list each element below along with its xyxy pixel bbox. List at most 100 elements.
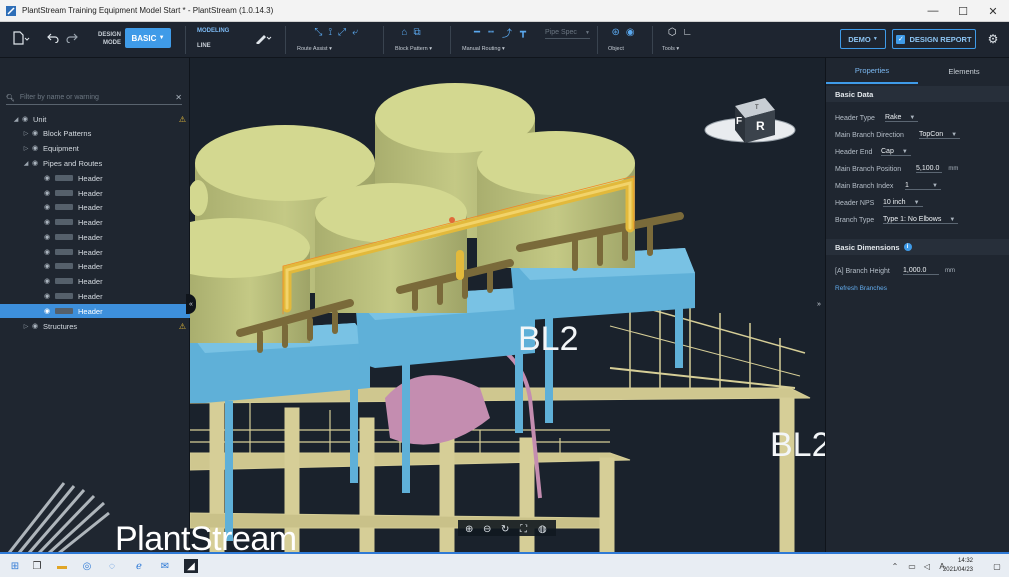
eye-icon[interactable]: ◉	[30, 144, 40, 152]
pick-point[interactable]	[449, 217, 455, 223]
tree-item-header-selected[interactable]: ◉ Header	[0, 304, 190, 318]
tree-item-header[interactable]: ◉ Header	[0, 171, 190, 185]
plantstream-taskbar-icon[interactable]: ◢	[184, 559, 198, 573]
header-end-select[interactable]: Cap ▼	[881, 148, 911, 156]
eye-icon[interactable]: ◉	[42, 233, 52, 241]
close-button[interactable]: ✕	[978, 0, 1008, 22]
tools-dropdown[interactable]: Tools ▾	[662, 46, 679, 52]
route-assist-dropdown[interactable]: Route Assist ▾	[297, 46, 332, 52]
basic-mode-dropdown[interactable]: BASIC ▼	[125, 28, 171, 48]
manual-routing-icon-4[interactable]: ┳	[520, 27, 526, 38]
info-icon[interactable]: i	[903, 243, 912, 251]
tree-item-structures[interactable]: ▷ ◉ Structures ⚠	[0, 319, 190, 333]
manual-routing-icon-3[interactable]: ⤴	[502, 25, 512, 40]
basic-data-section-header[interactable]: Basic Data	[826, 86, 1009, 102]
demo-dropdown[interactable]: DEMO ▼	[840, 29, 886, 49]
eye-icon[interactable]: ◉	[42, 203, 52, 211]
tree-item-header[interactable]: ◉ Header	[0, 289, 190, 303]
block-pattern-icon-2[interactable]: ⧉	[413, 27, 420, 38]
eye-icon[interactable]: ◉	[30, 322, 40, 330]
tree-item-header[interactable]: ◉ Header	[0, 230, 190, 244]
route-assist-icon-4[interactable]: ⤶	[352, 27, 358, 38]
cube-face-front[interactable]: F	[736, 116, 742, 127]
fit-view-icon[interactable]: ⛶	[519, 524, 528, 535]
redo-button[interactable]	[65, 30, 79, 46]
pen-tool-button[interactable]	[253, 30, 273, 46]
eye-icon[interactable]: ◉	[30, 129, 40, 137]
block-pattern-dropdown[interactable]: Block Pattern ▾	[395, 46, 432, 52]
file-explorer-icon[interactable]: ▬	[55, 559, 69, 573]
tab-elements[interactable]: Elements	[918, 58, 1009, 84]
expanded-arrow-icon[interactable]: ◢	[22, 160, 30, 167]
main-branch-index-select[interactable]: 1 ▼	[905, 182, 941, 190]
branch-type-select[interactable]: Type 1: No Elbows ▼	[883, 216, 959, 224]
rotate-icon[interactable]: ↻	[501, 524, 509, 535]
zoom-out-icon[interactable]: ⊖	[483, 524, 491, 535]
manual-routing-icon-1[interactable]: ━	[474, 27, 480, 38]
ie-icon[interactable]: ℯ	[132, 559, 146, 573]
volume-icon[interactable]: ◁	[920, 559, 934, 573]
measure-icon[interactable]: ∟	[682, 27, 692, 38]
notification-icon[interactable]: ▢	[990, 559, 1004, 573]
collapsed-arrow-icon[interactable]: ▷	[22, 130, 30, 137]
tree-item-header[interactable]: ◉ Header	[0, 200, 190, 214]
taskbar-clock[interactable]: 14:32 2021/04/23	[943, 557, 973, 575]
cube-view-icon[interactable]: ⬡	[668, 27, 677, 38]
tree-filter-input[interactable]: 🔍︎ Filter by name or warning ✕	[6, 91, 182, 105]
undo-button[interactable]	[46, 30, 60, 46]
tab-properties[interactable]: Properties	[826, 58, 918, 84]
main-branch-position-input[interactable]: 5,100.0	[916, 165, 943, 173]
eye-icon[interactable]: ◉	[42, 189, 52, 197]
route-assist-icon-1[interactable]: ⤡	[314, 27, 322, 38]
header-nps-select[interactable]: 10 inch ▼	[883, 199, 923, 207]
network-icon[interactable]: ▭	[905, 559, 919, 573]
cube-face-right[interactable]: R	[756, 119, 765, 133]
tree-item-header[interactable]: ◉ Header	[0, 245, 190, 259]
route-assist-icon-2[interactable]: ⟟	[328, 27, 332, 38]
eye-icon[interactable]: ◉	[30, 159, 40, 167]
settings-button[interactable]: ⚙	[985, 31, 1001, 47]
plant-model-scene[interactable]: BL2 BL2 F R T ⊕ ⊖ ↻ ⛶ ◍ »	[190, 58, 825, 552]
main-branch-direction-select[interactable]: TopCon ▼	[919, 131, 961, 139]
new-file-button[interactable]	[10, 30, 32, 46]
eye-icon[interactable]: ◉	[42, 174, 52, 182]
design-report-button[interactable]: ✓ DESIGN REPORT	[892, 29, 976, 49]
tray-arrow-icon[interactable]: ⌃	[888, 559, 902, 573]
tree-item-header[interactable]: ◉ Header	[0, 274, 190, 288]
tree-item-header[interactable]: ◉ Header	[0, 186, 190, 200]
mail-icon[interactable]: ✉	[158, 559, 172, 573]
manual-routing-dropdown[interactable]: Manual Routing ▾	[462, 46, 505, 52]
tree-item-header[interactable]: ◉ Header	[0, 215, 190, 229]
3d-viewport[interactable]: BL2 BL2 F R T ⊕ ⊖ ↻ ⛶ ◍ »	[190, 58, 825, 552]
eye-icon[interactable]: ◉	[42, 292, 52, 300]
collapsed-arrow-icon[interactable]: ▷	[22, 145, 30, 152]
eye-icon[interactable]: ◉	[42, 248, 52, 256]
header-type-select[interactable]: Rake ▼	[885, 114, 919, 122]
tank-front-left[interactable]	[190, 218, 310, 343]
task-view-icon[interactable]: ❐	[30, 559, 44, 573]
edge-icon[interactable]: ◌	[105, 559, 119, 573]
clear-icon[interactable]: ✕	[175, 93, 182, 102]
eye-icon[interactable]: ◉	[42, 262, 52, 270]
browser-icon[interactable]: ◎	[80, 559, 94, 573]
branch-height-input[interactable]: 1,000.0	[903, 267, 939, 275]
minimize-button[interactable]: —	[918, 0, 948, 22]
eye-icon[interactable]: ◉	[42, 277, 52, 285]
eye-icon[interactable]: ◉	[42, 307, 52, 315]
eye-icon[interactable]: ◉	[20, 115, 30, 123]
collapsed-arrow-icon[interactable]: ▷	[22, 323, 30, 330]
zoom-in-icon[interactable]: ⊕	[465, 524, 473, 535]
render-style-icon[interactable]: ◍	[538, 524, 547, 535]
eye-icon[interactable]: ◉	[42, 218, 52, 226]
object-icon-2[interactable]: ◉	[626, 27, 635, 38]
basic-dimensions-section-header[interactable]: Basic Dimensions i	[826, 239, 1009, 255]
maximize-button[interactable]: ☐	[948, 0, 978, 22]
tree-item-block-patterns[interactable]: ▷ ◉ Block Patterns	[0, 126, 190, 140]
tree-item-unit[interactable]: ◢ ◉ Unit ⚠	[0, 112, 190, 126]
pipe-spec-select[interactable]: Pipe Spec ▼	[545, 27, 590, 39]
expanded-arrow-icon[interactable]: ◢	[12, 116, 20, 123]
block-pattern-icon-1[interactable]: ⌂	[401, 27, 407, 38]
start-icon[interactable]: ⊞	[8, 559, 22, 573]
cube-face-top[interactable]: T	[755, 105, 759, 111]
expand-right-panel-icon[interactable]: »	[817, 301, 821, 308]
